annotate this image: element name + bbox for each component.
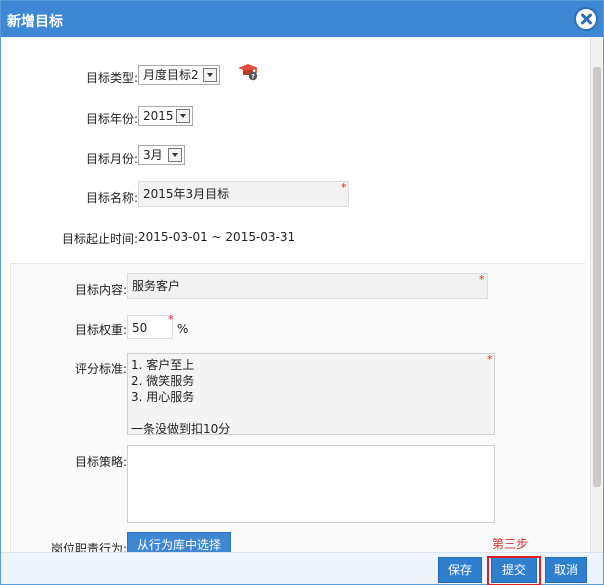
target-month-value: 3月 bbox=[143, 148, 163, 162]
dialog-content: 目标类型: 月度目标2 目标年份: 2015 目标月份: 3月 目标名称: 20… bbox=[2, 37, 591, 552]
weight-unit: % bbox=[177, 322, 189, 336]
weight-input[interactable]: 50 bbox=[127, 315, 173, 339]
target-year-value: 2015 bbox=[143, 109, 174, 123]
criteria-textarea[interactable]: 1. 客户至上 2. 微笑服务 3. 用心服务 一条没做到扣10分 bbox=[127, 353, 495, 435]
weight-value: 50 bbox=[132, 321, 148, 335]
chevron-down-icon bbox=[176, 109, 190, 123]
criteria-label: 评分标准: bbox=[74, 362, 127, 376]
dialog-titlebar: 新增目标 bbox=[1, 1, 603, 37]
content-label: 目标内容: bbox=[74, 283, 127, 297]
content-field[interactable]: 服务客户 bbox=[127, 273, 488, 299]
date-range-value: 2015-03-01 ~ 2015-03-31 bbox=[138, 230, 296, 244]
dialog-scrollbar[interactable] bbox=[590, 37, 602, 552]
cancel-button[interactable]: 取消 bbox=[545, 557, 587, 583]
weight-required-mark: * bbox=[168, 313, 174, 326]
add-target-dialog: 新增目标 目标类型: 月度目标2 目标年份: 2015 目标月份: 3月 目标名… bbox=[0, 0, 604, 585]
criteria-required-mark: * bbox=[487, 353, 493, 366]
content-value: 服务客户 bbox=[132, 279, 181, 293]
content-required-mark: * bbox=[479, 273, 485, 286]
target-year-label: 目标年份: bbox=[85, 112, 138, 126]
submit-highlight-box bbox=[487, 556, 541, 585]
target-name-field[interactable]: 2015年3月目标 bbox=[138, 181, 349, 207]
weight-label: 目标权重: bbox=[74, 323, 127, 337]
target-type-value: 月度目标2 bbox=[143, 68, 199, 82]
behavior-label: 岗位职责行为: bbox=[50, 542, 127, 552]
target-detail-section: 目标内容: 服务客户 * 目标权重: 50 * % 评分标准: 1. 客户至上 … bbox=[10, 263, 585, 552]
close-icon[interactable] bbox=[574, 7, 598, 31]
target-name-value: 2015年3月目标 bbox=[143, 187, 230, 201]
step-annotation: 第三步 bbox=[492, 537, 529, 551]
target-month-label: 目标月份: bbox=[85, 152, 138, 166]
target-year-select[interactable]: 2015 bbox=[138, 106, 193, 126]
save-button[interactable]: 保存 bbox=[438, 557, 482, 583]
chevron-down-icon bbox=[203, 68, 217, 82]
svg-text:?: ? bbox=[251, 73, 255, 81]
chevron-down-icon bbox=[168, 148, 182, 162]
scrollbar-thumb[interactable] bbox=[593, 67, 601, 487]
target-type-label: 目标类型: bbox=[85, 71, 138, 85]
dialog-title: 新增目标 bbox=[7, 14, 63, 30]
graduation-cap-help-icon[interactable]: ? bbox=[237, 63, 259, 81]
target-name-label: 目标名称: bbox=[85, 191, 138, 205]
target-type-select[interactable]: 月度目标2 bbox=[138, 65, 220, 85]
select-from-behavior-library-button[interactable]: 从行为库中选择 bbox=[127, 532, 231, 552]
strategy-textarea[interactable] bbox=[127, 445, 495, 523]
target-month-select[interactable]: 3月 bbox=[138, 145, 185, 165]
strategy-label: 目标策略: bbox=[74, 455, 127, 469]
target-name-required-mark: * bbox=[341, 181, 347, 194]
date-range-label: 目标起止时间: bbox=[61, 232, 138, 246]
